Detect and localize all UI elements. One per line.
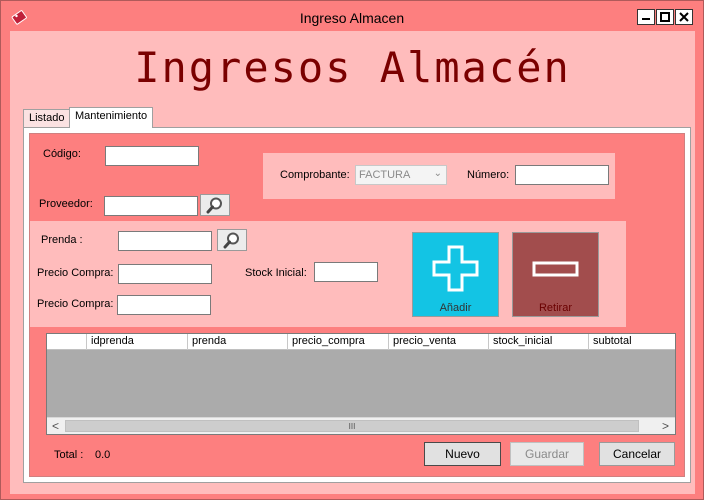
cancelar-button[interactable]: Cancelar xyxy=(599,442,675,466)
plus-icon xyxy=(432,245,479,292)
proveedor-label: Proveedor: xyxy=(39,198,93,210)
close-button[interactable] xyxy=(675,9,693,25)
remove-button-label: Retirar xyxy=(538,302,572,314)
guardar-button[interactable]: Guardar xyxy=(510,442,584,466)
nuevo-button[interactable]: Nuevo xyxy=(424,442,501,466)
total-value: 0.0 xyxy=(95,449,111,461)
add-button[interactable]: Añadir xyxy=(412,232,499,317)
column-header-precio-compra[interactable]: precio_compra xyxy=(288,334,389,350)
comprobante-group: Comprobante: FACTURA ⌄ Número: xyxy=(263,153,615,199)
grid-header: idprenda prenda precio_compra precio_ven… xyxy=(47,334,675,350)
search-proveedor-button[interactable] xyxy=(200,194,230,216)
add-button-label: Añadir xyxy=(439,302,472,314)
chevron-down-icon: ⌄ xyxy=(433,168,442,179)
close-icon xyxy=(679,12,689,22)
title-bar[interactable]: Ingreso Almacen xyxy=(1,1,703,31)
codigo-label: Código: xyxy=(43,148,81,160)
prenda-input[interactable] xyxy=(118,231,212,251)
precio-compra-label: Precio Compra: xyxy=(37,267,114,279)
scroll-left-icon[interactable]: < xyxy=(47,418,64,434)
scroll-thumb[interactable]: III xyxy=(65,420,639,432)
column-header-subtotal[interactable]: subtotal xyxy=(589,334,675,350)
minimize-button[interactable] xyxy=(637,9,655,25)
grid-row-header xyxy=(47,334,87,350)
proveedor-input[interactable] xyxy=(104,196,198,216)
minimize-icon xyxy=(642,18,650,20)
precio-compra-input[interactable] xyxy=(118,264,212,284)
numero-label: Número: xyxy=(467,169,510,181)
comprobante-value: FACTURA xyxy=(359,169,411,181)
scroll-right-icon[interactable]: > xyxy=(657,418,674,434)
minus-icon xyxy=(532,261,579,277)
precio-compra-2-label: Precio Compra: xyxy=(37,298,114,310)
tab-listado[interactable]: Listado xyxy=(23,109,71,127)
client-area: Ingresos Almacén Listado Mantenimiento C… xyxy=(10,31,695,494)
comprobante-select[interactable]: FACTURA ⌄ xyxy=(355,165,447,185)
codigo-input[interactable] xyxy=(105,146,199,166)
prenda-label: Prenda : xyxy=(41,234,83,246)
search-prenda-button[interactable] xyxy=(217,229,247,251)
stock-inicial-input[interactable] xyxy=(314,262,378,282)
tab-mantenimiento[interactable]: Mantenimiento xyxy=(69,107,154,128)
window-title: Ingreso Almacen xyxy=(299,10,405,26)
maximize-icon xyxy=(660,12,670,22)
column-header-precio-venta[interactable]: precio_venta xyxy=(389,334,489,350)
prenda-group: Prenda : Precio Compra: Precio Compra: S… xyxy=(30,221,626,327)
detail-grid[interactable]: idprenda prenda precio_compra precio_ven… xyxy=(46,333,676,435)
comprobante-label: Comprobante: xyxy=(280,169,350,181)
page-title: Ingresos Almacén xyxy=(134,43,571,92)
app-window: Ingreso Almacen Ingresos Almacén Listado… xyxy=(0,0,704,500)
maximize-button[interactable] xyxy=(656,9,674,25)
total-label: Total : xyxy=(54,449,84,461)
column-header-stock-inicial[interactable]: stock_inicial xyxy=(489,334,589,350)
numero-input[interactable] xyxy=(515,165,609,185)
search-icon xyxy=(223,232,239,249)
precio-compra-2-input[interactable] xyxy=(117,295,211,315)
search-icon xyxy=(206,197,222,214)
horizontal-scrollbar[interactable]: < III > xyxy=(47,417,675,434)
stock-inicial-label: Stock Inicial: xyxy=(245,267,307,279)
remove-button[interactable]: Retirar xyxy=(512,232,599,317)
column-header-prenda[interactable]: prenda xyxy=(188,334,288,350)
column-header-idprenda[interactable]: idprenda xyxy=(87,334,188,350)
